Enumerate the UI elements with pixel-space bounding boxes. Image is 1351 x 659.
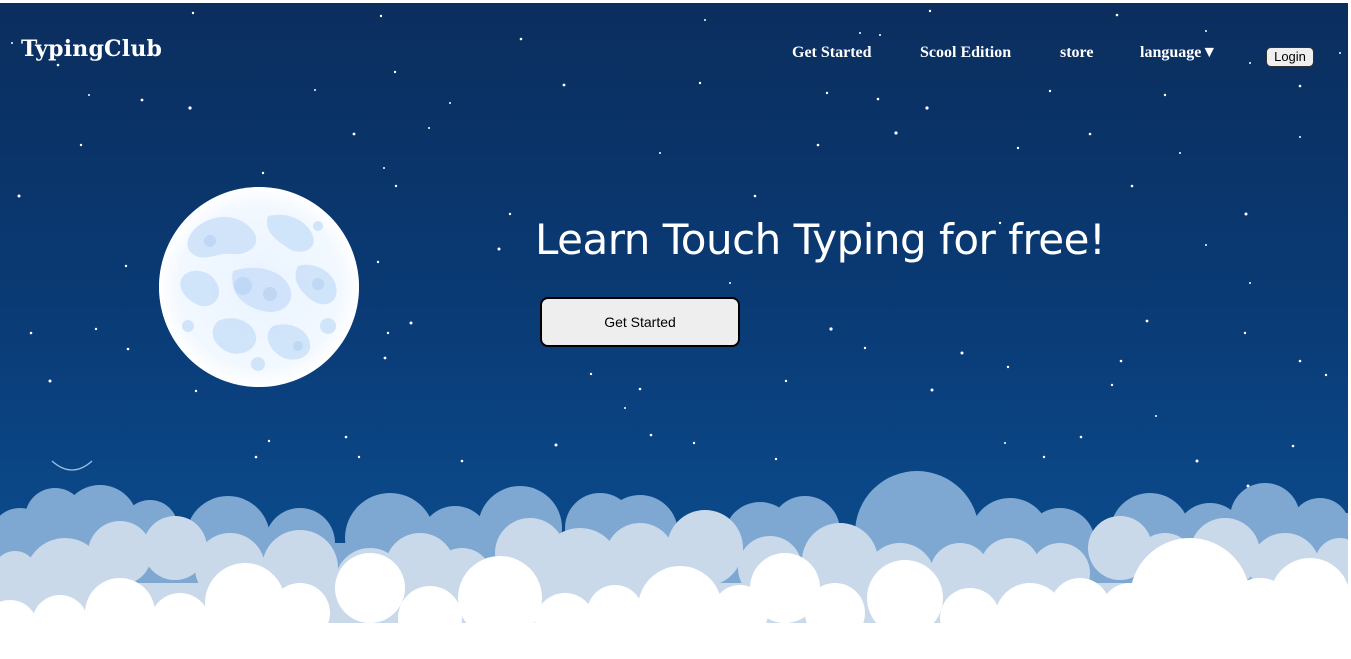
hero-headline: Learn Touch Typing for free! <box>535 215 1106 264</box>
cloud-bank-illustration <box>0 471 1348 659</box>
moon-illustration <box>159 187 359 387</box>
typingclub-landing-page: TypingClub Get Started Scool Edition sto… <box>0 0 1351 659</box>
nav-get-started[interactable]: Get Started <box>792 44 872 62</box>
nav-school-edition[interactable]: Scool Edition <box>920 44 1011 62</box>
language-dropdown[interactable]: language▼ <box>1140 44 1217 62</box>
hero-section: TypingClub Get Started Scool Edition sto… <box>0 3 1348 659</box>
get-started-button[interactable]: Get Started <box>540 297 740 347</box>
brand-logo[interactable]: TypingClub <box>21 36 162 62</box>
nav-store[interactable]: store <box>1060 44 1093 62</box>
login-button[interactable]: Login <box>1266 47 1314 67</box>
